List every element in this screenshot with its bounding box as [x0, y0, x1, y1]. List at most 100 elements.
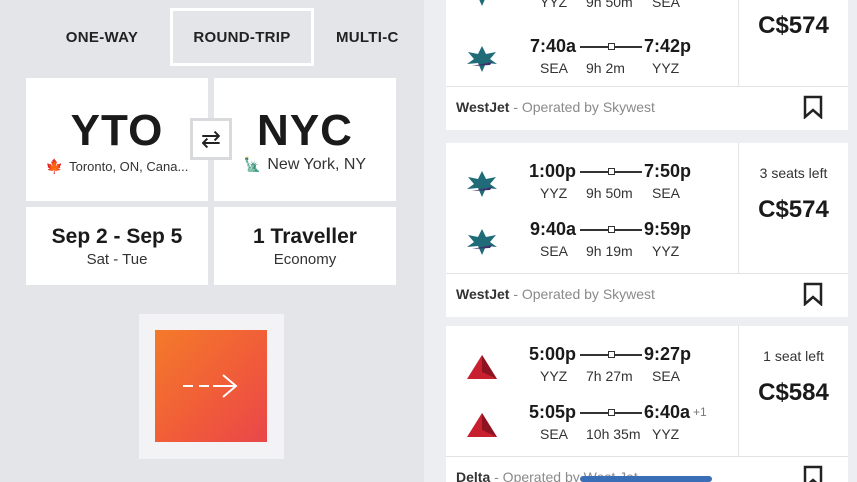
arrival-time-label: 9:59p	[644, 219, 692, 239]
result-card[interactable]: 5:00p 9:27p YYZ 7h 27m SEA 5:05p 6:40a +1…	[446, 326, 848, 482]
result-footer: WestJet - Operated by Skywest	[446, 273, 848, 317]
result-card[interactable]: YYZ 9h 50m SEA 7:40a 7:42p SEA 9h 2m YYZ…	[446, 0, 848, 130]
arrival-time: 7:42p	[644, 36, 691, 57]
leg-origin: SEA	[540, 243, 569, 259]
next-day-indicator: +1	[693, 405, 707, 419]
delta-logo-icon	[467, 355, 497, 379]
origin-city: 🍁 Toronto, ON, Cana...	[26, 158, 208, 175]
airline-name: Delta	[456, 469, 491, 482]
date-days: Sat - Tue	[86, 251, 148, 268]
departure-time: 1:00p	[528, 161, 576, 181]
route-line	[580, 351, 642, 358]
leg-origin: SEA	[540, 426, 569, 442]
traveller-count: 1 Traveller	[253, 225, 357, 248]
leg-destination: YYZ	[652, 60, 680, 76]
flight-leg: YYZ 9h 50m SEA	[446, 0, 738, 20]
arrival-time-label: 7:42p	[644, 36, 692, 56]
bookmark-icon[interactable]	[802, 465, 824, 482]
leg-origin: SEA	[540, 60, 569, 76]
operated-by: - Operated by Skywest	[509, 99, 655, 115]
delta-logo-icon	[467, 413, 497, 437]
results-list[interactable]: YYZ 9h 50m SEA 7:40a 7:42p SEA 9h 2m YYZ…	[444, 0, 857, 482]
flight-leg: 5:00p 9:27p YYZ 7h 27m SEA	[446, 344, 738, 394]
arrival-time-label: 7:50p	[644, 161, 692, 181]
travellers-field[interactable]: 1 Traveller Economy	[214, 207, 396, 285]
bookmark-icon[interactable]	[802, 282, 824, 306]
leg-origin: YYZ	[540, 185, 568, 201]
tab-multi-city[interactable]: MULTI-C	[336, 8, 424, 66]
arrival-time-label: 6:40a	[644, 402, 691, 422]
stop-marker	[608, 351, 615, 358]
swap-airports-button[interactable]: ⇄	[190, 118, 232, 160]
destination-code: NYC	[257, 106, 353, 155]
price: C$574	[758, 12, 829, 39]
westjet-logo-icon	[479, 0, 485, 6]
flight-leg: 5:05p 6:40a +1 SEA 10h 35m YYZ	[446, 402, 738, 452]
date-range: Sep 2 - Sep 5	[51, 225, 183, 248]
departure-time: 7:40a	[529, 36, 576, 56]
price-column: 1 seat left C$584	[738, 326, 848, 456]
westjet-logo-icon	[467, 229, 497, 255]
leg-destination: SEA	[652, 0, 681, 10]
bookmark-icon[interactable]	[802, 95, 824, 119]
trip-type-tabs: ONE-WAY ROUND-TRIP MULTI-C	[0, 8, 424, 68]
tab-one-way[interactable]: ONE-WAY	[52, 8, 152, 66]
leg-origin: YYZ	[540, 368, 568, 384]
tab-round-trip[interactable]: ROUND-TRIP	[170, 8, 314, 66]
route-line	[580, 226, 642, 233]
leg-origin: YYZ	[540, 0, 568, 10]
route-line	[580, 43, 642, 50]
maple-leaf-icon: 🍁	[45, 158, 64, 174]
price-column: C$574	[738, 0, 848, 86]
arrow-right-icon	[183, 374, 238, 398]
departure-time: 9:40a	[529, 219, 576, 239]
dates-field[interactable]: Sep 2 - Sep 5 Sat - Tue	[26, 207, 208, 285]
arrival-time: 9:59p	[644, 219, 691, 240]
leg-duration: 9h 50m	[586, 0, 633, 10]
leg-duration: 9h 2m	[586, 60, 625, 76]
price: C$574	[758, 196, 829, 223]
departure-time: 5:05p	[528, 402, 576, 422]
airline-name: WestJet	[456, 99, 510, 115]
departure-time: 5:00p	[528, 344, 576, 364]
flight-leg: 9:40a 9:59p SEA 9h 19m YYZ	[446, 219, 738, 269]
westjet-logo-icon	[467, 46, 497, 72]
scroll-indicator	[580, 476, 712, 482]
price: C$584	[758, 379, 829, 406]
destination-city: 🗽 New York, NY	[214, 156, 396, 174]
origin-field[interactable]: YTO 🍁 Toronto, ON, Cana...	[26, 78, 208, 201]
operated-by: - Operated by Skywest	[509, 286, 655, 302]
leg-destination: YYZ	[652, 243, 680, 259]
leg-destination: YYZ	[652, 426, 680, 442]
statue-of-liberty-icon: 🗽	[243, 156, 262, 172]
leg-destination: SEA	[652, 368, 681, 384]
arrival-time: 9:27p	[644, 344, 691, 365]
flight-leg: 1:00p 7:50p YYZ 9h 50m SEA	[446, 161, 738, 211]
stop-marker	[608, 43, 615, 50]
panel-divider	[424, 0, 444, 482]
price-column: 3 seats left C$574	[738, 143, 848, 273]
result-footer: WestJet - Operated by Skywest	[446, 86, 848, 130]
seats-left: 1 seat left	[763, 348, 824, 364]
arrival-time: 7:50p	[644, 161, 691, 182]
arrival-time: 6:40a +1	[644, 402, 707, 423]
arrival-time-label: 9:27p	[644, 344, 692, 364]
search-button[interactable]	[155, 330, 267, 442]
destination-city-label: New York, NY	[267, 156, 367, 173]
search-panel: ONE-WAY ROUND-TRIP MULTI-C YTO 🍁 Toronto,…	[0, 0, 424, 482]
cabin-class: Economy	[273, 251, 337, 268]
airline-info: WestJet - Operated by Skywest	[456, 99, 655, 115]
route-line	[580, 409, 642, 416]
leg-duration: 7h 27m	[586, 368, 633, 384]
origin-city-label: Toronto, ON, Cana...	[69, 159, 189, 174]
leg-duration: 9h 50m	[586, 185, 633, 201]
leg-destination: SEA	[652, 185, 681, 201]
westjet-logo-icon	[467, 171, 497, 197]
airline-info: WestJet - Operated by Skywest	[456, 286, 655, 302]
leg-duration: 10h 35m	[586, 426, 641, 442]
result-card[interactable]: 1:00p 7:50p YYZ 9h 50m SEA 9:40a 9:59p S…	[446, 143, 848, 317]
leg-duration: 9h 19m	[586, 243, 633, 259]
stop-marker	[608, 226, 615, 233]
destination-field[interactable]: NYC 🗽 New York, NY	[214, 78, 396, 201]
seats-left: 3 seats left	[759, 165, 828, 181]
